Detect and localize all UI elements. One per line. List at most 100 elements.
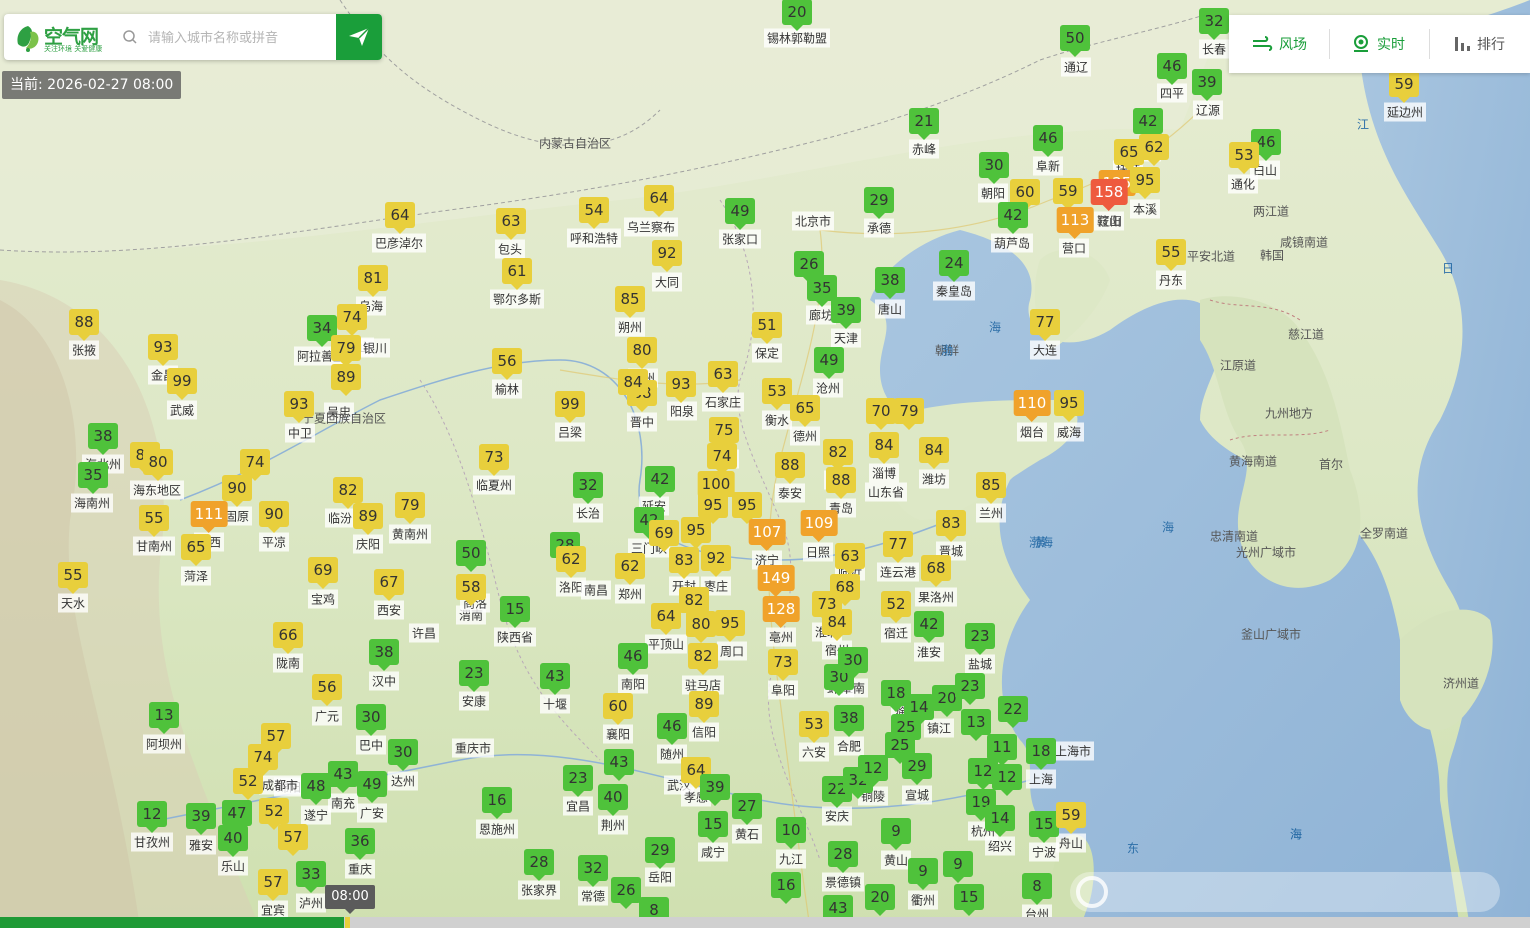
aqi-marker[interactable]: 69 (308, 557, 338, 589)
aqi-marker[interactable]: 47 (222, 800, 252, 832)
aqi-marker[interactable]: 32 (1199, 8, 1229, 40)
aqi-marker[interactable]: 84 (618, 369, 648, 401)
aqi-marker[interactable]: 65 (790, 395, 820, 427)
aqi-marker[interactable]: 74 (240, 449, 270, 481)
aqi-marker[interactable]: 55 (139, 505, 169, 537)
aqi-marker[interactable]: 99 (167, 368, 197, 400)
aqi-marker[interactable]: 42 (914, 611, 944, 643)
aqi-marker[interactable]: 58 (456, 574, 486, 606)
aqi-marker[interactable]: 30 (979, 152, 1009, 184)
aqi-marker[interactable]: 82 (333, 477, 363, 509)
aqi-marker[interactable]: 46 (1157, 53, 1187, 85)
aqi-marker[interactable]: 85 (976, 472, 1006, 504)
aqi-marker[interactable]: 12 (137, 801, 167, 833)
aqi-marker[interactable]: 149 (757, 565, 795, 597)
aqi-marker[interactable]: 21 (909, 108, 939, 140)
aqi-marker[interactable]: 26 (794, 251, 824, 283)
aqi-marker[interactable]: 95 (698, 492, 728, 524)
aqi-marker[interactable]: 29 (902, 753, 932, 785)
aqi-marker[interactable]: 54 (579, 197, 609, 229)
aqi-marker[interactable]: 43 (540, 663, 570, 695)
aqi-marker[interactable]: 77 (883, 531, 913, 563)
aqi-marker[interactable]: 95 (681, 517, 711, 549)
aqi-marker[interactable]: 43 (328, 761, 358, 793)
aqi-marker[interactable]: 63 (496, 208, 526, 240)
aqi-marker[interactable]: 49 (357, 771, 387, 803)
aqi-marker[interactable]: 81 (358, 265, 388, 297)
aqi-marker[interactable]: 22 (998, 696, 1028, 728)
aqi-marker[interactable]: 53 (1229, 142, 1259, 174)
aqi-marker[interactable]: 49 (814, 347, 844, 379)
aqi-marker[interactable]: 109 (800, 510, 838, 542)
aqi-marker[interactable]: 128 (762, 596, 800, 628)
aqi-marker[interactable]: 28 (828, 841, 858, 873)
aqi-marker[interactable]: 88 (826, 467, 856, 499)
aqi-marker[interactable]: 84 (822, 609, 852, 641)
aqi-marker[interactable]: 46 (618, 643, 648, 675)
aqi-marker[interactable]: 90 (222, 475, 252, 507)
aqi-marker[interactable]: 16 (482, 787, 512, 819)
aqi-marker[interactable]: 23 (955, 673, 985, 705)
aqi-marker[interactable]: 82 (679, 587, 709, 619)
aqi-marker[interactable]: 80 (627, 337, 657, 369)
aqi-marker[interactable]: 43 (604, 749, 634, 781)
aqi-marker[interactable]: 95 (715, 610, 745, 642)
aqi-marker[interactable]: 84 (869, 432, 899, 464)
aqi-marker[interactable]: 63 (708, 361, 738, 393)
aqi-marker[interactable]: 28 (524, 849, 554, 881)
aqi-marker[interactable]: 42 (998, 202, 1028, 234)
aqi-marker[interactable]: 15 (500, 596, 530, 628)
aqi-marker[interactable]: 92 (652, 240, 682, 272)
aqi-marker[interactable]: 53 (799, 711, 829, 743)
aqi-marker[interactable]: 64 (651, 603, 681, 635)
aqi-marker[interactable]: 88 (775, 452, 805, 484)
aqi-marker[interactable]: 62 (556, 546, 586, 578)
aqi-marker[interactable]: 15 (698, 811, 728, 843)
aqi-marker[interactable]: 83 (936, 510, 966, 542)
aqi-marker[interactable]: 92 (701, 545, 731, 577)
aqi-marker[interactable]: 62 (1139, 134, 1169, 166)
aqi-marker[interactable]: 10 (776, 817, 806, 849)
aqi-marker[interactable]: 89 (689, 691, 719, 723)
aqi-marker[interactable]: 11 (987, 734, 1017, 766)
aqi-marker[interactable]: 73 (479, 444, 509, 476)
ranking-button[interactable]: 排行 (1453, 15, 1505, 73)
aqi-marker[interactable]: 27 (732, 793, 762, 825)
aqi-marker[interactable]: 29 (645, 837, 675, 869)
aqi-marker[interactable]: 15 (1029, 811, 1059, 843)
realtime-button[interactable]: 实时 (1351, 15, 1405, 73)
aqi-marker[interactable]: 93 (666, 371, 696, 403)
aqi-marker[interactable]: 52 (259, 798, 289, 830)
aqi-marker[interactable]: 15 (954, 884, 984, 916)
aqi-marker[interactable]: 82 (823, 439, 853, 471)
aqi-marker[interactable]: 50 (456, 540, 486, 572)
aqi-marker[interactable]: 32 (573, 472, 603, 504)
aqi-marker[interactable]: 24 (939, 250, 969, 282)
aqi-marker[interactable]: 95 (1130, 167, 1160, 199)
aqi-marker[interactable]: 13 (961, 709, 991, 741)
aqi-marker[interactable]: 95 (732, 492, 762, 524)
aqi-marker[interactable]: 50 (1060, 25, 1090, 57)
aqi-marker[interactable]: 83 (669, 547, 699, 579)
aqi-marker[interactable]: 39 (831, 297, 861, 329)
aqi-marker[interactable]: 30 (838, 647, 868, 679)
aqi-marker[interactable]: 73 (768, 649, 798, 681)
aqi-marker[interactable]: 46 (1033, 125, 1063, 157)
aqi-marker[interactable]: 12 (992, 764, 1022, 796)
aqi-marker[interactable]: 80 (686, 611, 716, 643)
aqi-marker[interactable]: 84 (919, 437, 949, 469)
aqi-marker[interactable]: 39 (700, 774, 730, 806)
aqi-marker[interactable]: 79 (395, 492, 425, 524)
aqi-marker[interactable]: 23 (965, 623, 995, 655)
aqi-marker[interactable]: 74 (337, 304, 367, 336)
aqi-marker[interactable]: 29 (864, 187, 894, 219)
aqi-marker[interactable]: 90 (259, 501, 289, 533)
aqi-marker[interactable]: 59 (1053, 178, 1083, 210)
aqi-marker[interactable]: 49 (725, 198, 755, 230)
aqi-marker[interactable]: 30 (388, 739, 418, 771)
aqi-marker[interactable]: 85 (615, 286, 645, 318)
aqi-marker[interactable]: 66 (273, 622, 303, 654)
timeline-handle[interactable] (345, 917, 350, 928)
aqi-map[interactable]: 锡林郭勒盟通辽长春四平辽源延边州赤峰朝阳阜新铁岭抚顺白山通化本溪鞍山葫芦岛营口丹… (0, 0, 1530, 928)
aqi-marker[interactable]: 23 (563, 765, 593, 797)
